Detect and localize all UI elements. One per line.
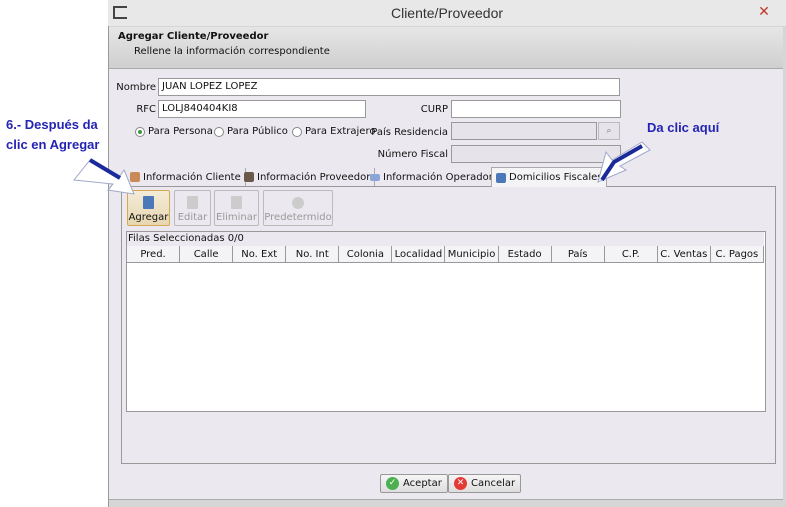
annotation-arrows xyxy=(73,141,651,195)
arrow-to-agregar xyxy=(73,159,135,195)
